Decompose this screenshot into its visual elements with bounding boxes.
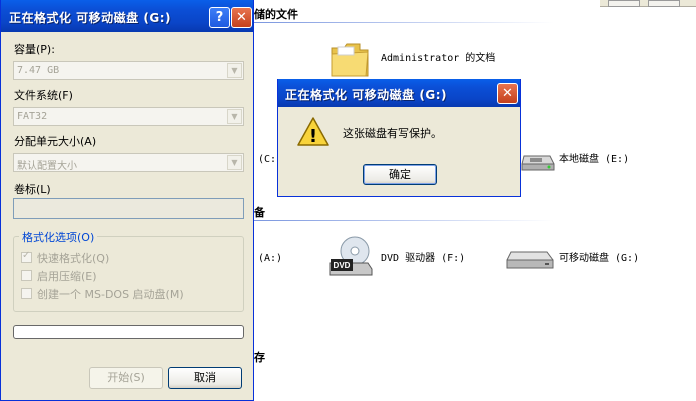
enable-compression-label[interactable]: 启用压缩(E) (37, 268, 97, 284)
filesystem-select[interactable]: FAT32 ▼ (13, 107, 244, 126)
close-button[interactable]: ✕ (497, 83, 518, 104)
cancel-button[interactable]: 取消 (168, 367, 242, 389)
dvd-drive-icon[interactable]: DVD (328, 235, 374, 280)
start-button[interactable]: 开始(S) (89, 367, 163, 389)
filesystem-value: FAT32 (17, 111, 48, 122)
chevron-down-icon[interactable]: ▼ (227, 155, 242, 170)
warning-glyph: ! (309, 126, 317, 147)
message-text: 这张磁盘有写保护。 (343, 127, 442, 140)
capacity-value: 7.47 GB (17, 65, 60, 76)
write-protect-message-box: 正在格式化 可移动磁盘 (G:) ✕ ! 这张磁盘有写保护。 确定 (277, 79, 521, 197)
chevron-down-icon[interactable]: ▼ (227, 63, 242, 78)
folder-label-admin-docs[interactable]: Administrator 的文档 (381, 52, 511, 65)
capacity-select[interactable]: 7.47 GB ▼ (13, 61, 244, 80)
capacity-label: 容量(P): (14, 43, 55, 56)
format-dialog-titlebar[interactable]: 正在格式化 可移动磁盘 (G:) ? ✕ (1, 0, 253, 32)
removable-disk-icon[interactable] (505, 244, 555, 277)
toolbar-button[interactable] (608, 0, 640, 7)
allocation-value: 默认配置大小 (17, 161, 77, 172)
warning-icon: ! (296, 116, 330, 151)
group-header-devices: 备 (254, 206, 265, 219)
group-divider (254, 22, 554, 23)
volume-label-label: 卷标(L) (14, 183, 51, 196)
toolbar-button[interactable] (648, 0, 680, 7)
quick-format-label[interactable]: 快速格式化(Q) (37, 250, 109, 266)
dvd-drive-label[interactable]: DVD 驱动器 (F:) (381, 252, 465, 265)
quick-format-checkbox[interactable] (21, 250, 32, 263)
message-box-title: 正在格式化 可移动磁盘 (G:) (285, 88, 447, 102)
allocation-select[interactable]: 默认配置大小 ▼ (13, 153, 244, 172)
format-options-title: 格式化选项(O) (19, 229, 98, 245)
removable-disk-g-label[interactable]: 可移动磁盘 (G:) (559, 252, 639, 265)
group-header-other: 存 (254, 351, 265, 364)
enable-compression-checkbox[interactable] (21, 270, 32, 281)
folder-icon[interactable] (330, 40, 370, 81)
allocation-label: 分配单元大小(A) (14, 135, 97, 148)
format-progress-bar (13, 325, 244, 339)
drive-a-label[interactable]: (A:) (258, 252, 282, 265)
local-disk-e-label[interactable]: 本地磁盘 (E:) (559, 153, 629, 166)
help-button[interactable]: ? (209, 7, 230, 28)
group-divider (254, 220, 554, 221)
filesystem-label: 文件系统(F) (14, 89, 73, 102)
msdos-startup-label[interactable]: 创建一个 MS-DOS 启动盘(M) (37, 286, 184, 302)
close-button[interactable]: ✕ (231, 7, 252, 28)
chevron-down-icon[interactable]: ▼ (227, 109, 242, 124)
dvd-badge: DVD (334, 261, 351, 270)
message-box-titlebar[interactable]: 正在格式化 可移动磁盘 (G:) ✕ (278, 79, 520, 107)
hard-drive-icon[interactable] (520, 146, 556, 177)
ok-button[interactable]: 确定 (363, 164, 437, 185)
toolbar-strip (600, 0, 696, 7)
group-header-stored-files: 储的文件 (254, 8, 298, 21)
format-dialog: 正在格式化 可移动磁盘 (G:) ? ✕ 容量(P): 7.47 GB ▼ 文件… (0, 0, 254, 401)
msdos-startup-checkbox[interactable] (21, 288, 32, 299)
format-dialog-title: 正在格式化 可移动磁盘 (G:) (9, 11, 171, 25)
volume-label-input[interactable] (13, 198, 244, 219)
